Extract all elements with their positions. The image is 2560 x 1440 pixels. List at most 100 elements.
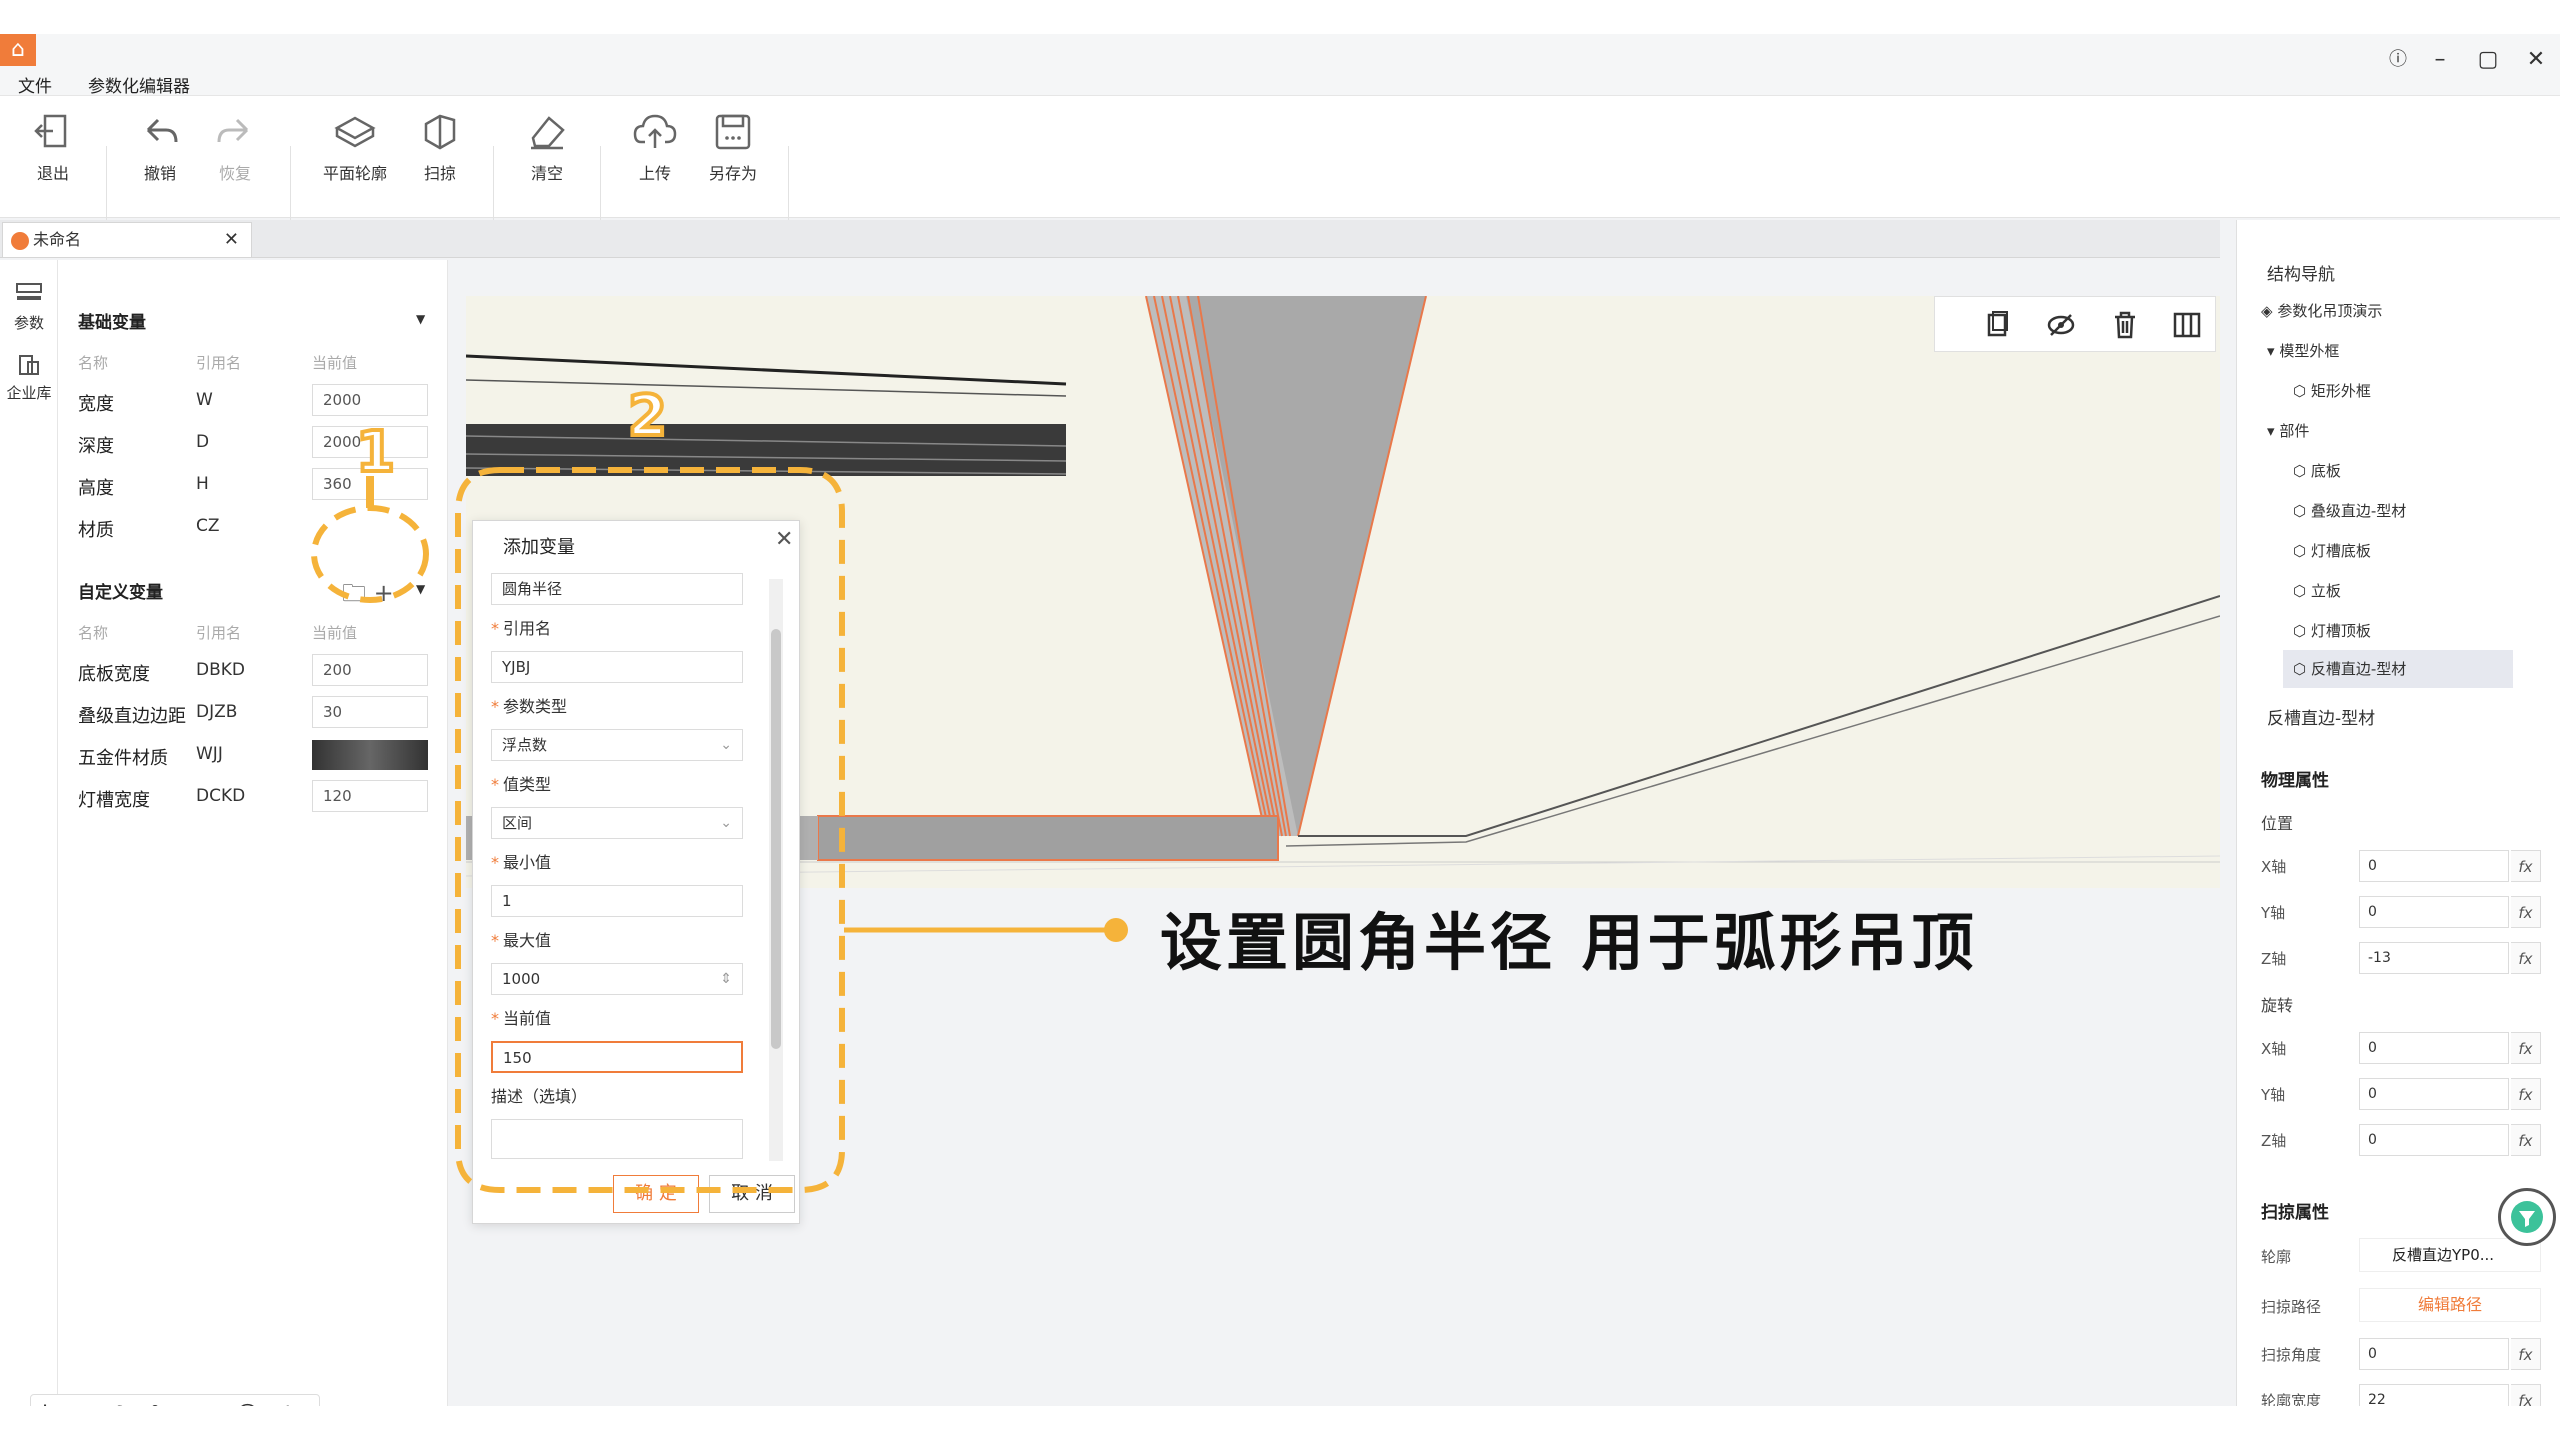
rotation-label: 旋转 [2261, 996, 2294, 1015]
exit-icon [34, 114, 67, 148]
close-window-button[interactable]: ✕ [2516, 40, 2556, 80]
punctuation-toggle[interactable]: °, [149, 1401, 169, 1406]
ref-name-input[interactable]: YJBJ [491, 651, 743, 683]
sweep-label: 扫掠 [423, 164, 456, 183]
fx-button[interactable]: fx [2511, 1384, 2541, 1406]
copy-icon[interactable] [1981, 309, 2013, 341]
scrollbar-thumb[interactable] [771, 629, 781, 1049]
tree-label: 立板 [2310, 582, 2341, 600]
hide-icon[interactable] [2045, 309, 2077, 341]
settings-icon[interactable]: ⚙ [277, 1401, 299, 1406]
tree-label: 灯槽顶板 [2310, 622, 2371, 640]
description-label: 描述（选填） [491, 1087, 588, 1106]
tree-root[interactable]: ◈ 参数化吊顶演示 [2261, 300, 2382, 321]
description-input[interactable] [491, 1119, 743, 1159]
pos-y-input[interactable]: 0 [2359, 896, 2509, 928]
fx-button[interactable]: fx [2511, 1078, 2541, 1110]
trash-icon[interactable] [2109, 309, 2141, 341]
edit-path-button[interactable]: 编辑路径 [2359, 1288, 2541, 1322]
columns-icon[interactable] [2171, 309, 2203, 341]
library-tab[interactable]: 企业库 [0, 350, 58, 403]
plane-profile-button[interactable]: 平面轮廓 [310, 108, 400, 198]
min-value-input[interactable]: 1 [491, 885, 743, 917]
var-value-input[interactable]: 120 [312, 780, 428, 812]
tree-part[interactable]: ⬡ 灯槽顶板 [2293, 620, 2371, 641]
library-icon [19, 355, 39, 375]
caret-down-icon[interactable]: ▼ [416, 582, 425, 596]
var-ref: DJZB [196, 702, 238, 722]
col-header-value: 当前值 [312, 354, 358, 372]
tree-part-selected[interactable]: ⬡ 反槽直边-型材 [2283, 650, 2513, 688]
material-swatch[interactable] [312, 740, 428, 770]
confirm-button[interactable]: 确 定 [613, 1175, 699, 1213]
maximize-button[interactable]: ▢ [2468, 40, 2508, 80]
tree-parts[interactable]: ▾ 部件 [2267, 420, 2309, 441]
tree-part[interactable]: ⬡ 底板 [2293, 460, 2341, 481]
chevron-down-icon: ⌄ [720, 815, 732, 831]
emoji-icon[interactable]: ☺ [235, 1401, 260, 1406]
sweep-props-title: 扫掠属性 [2261, 1203, 2329, 1223]
rot-y-input[interactable]: 0 [2359, 1078, 2509, 1110]
exit-button[interactable]: 退出 [8, 108, 98, 198]
profile-width-label: 轮廓宽度 [2261, 1392, 2322, 1406]
tree-part[interactable]: ⬡ 叠级直边-型材 [2293, 500, 2406, 521]
param-type-select[interactable]: 浮点数 ⌄ [491, 729, 743, 761]
document-tab[interactable]: 未命名 ✕ [2, 222, 252, 258]
annotation-step-2: 2 [626, 382, 669, 451]
menu-file[interactable]: 文件 [18, 72, 52, 97]
rot-x-input[interactable]: 0 [2359, 1032, 2509, 1064]
var-value-input[interactable]: 30 [312, 696, 428, 728]
cancel-button[interactable]: 取 消 [709, 1175, 795, 1213]
stepper-icon[interactable]: ⇕ [720, 964, 732, 994]
current-value-input[interactable]: 150 [491, 1041, 743, 1073]
redo-button[interactable]: 恢复 [190, 108, 280, 198]
pos-z-input[interactable]: -13 [2359, 942, 2509, 974]
rot-z-input[interactable]: 0 [2359, 1124, 2509, 1156]
clear-button[interactable]: 清空 [502, 108, 592, 198]
params-tab[interactable]: 参数 [0, 280, 58, 333]
var-name: 灯槽宽度 [78, 790, 150, 811]
selected-part-name: 反槽直边-型材 [2267, 709, 2376, 729]
tree-part[interactable]: ⬡ 立板 [2293, 580, 2341, 601]
sweep-button[interactable]: 扫掠 [395, 108, 485, 198]
minimize-button[interactable]: – [2420, 40, 2460, 80]
tree-rect-frame[interactable]: ⬡ 矩形外框 [2293, 380, 2371, 401]
sweep-angle-input[interactable]: 0 [2359, 1338, 2509, 1370]
close-icon[interactable]: ✕ [224, 223, 239, 257]
pos-x-input[interactable]: 0 [2359, 850, 2509, 882]
axis-label: X轴 [2261, 858, 2287, 876]
floating-action-button[interactable] [2498, 1188, 2556, 1246]
caret-down-icon[interactable]: ▼ [416, 312, 425, 326]
var-value-input[interactable]: 2000 [312, 384, 428, 416]
fx-button[interactable]: fx [2511, 896, 2541, 928]
tree-part[interactable]: ⬡ 灯槽底板 [2293, 540, 2371, 561]
cube-icon: ⬡ [2293, 502, 2311, 520]
fx-button[interactable]: fx [2511, 1338, 2541, 1370]
close-icon[interactable]: ✕ [775, 527, 793, 552]
toolbar: 退出 撤销 恢复 平面轮廓 扫掠 清空 上传 另存为 [0, 96, 2560, 236]
fx-button[interactable]: fx [2511, 1032, 2541, 1064]
fx-button[interactable]: fx [2511, 1124, 2541, 1156]
fx-button[interactable]: fx [2511, 942, 2541, 974]
add-icon[interactable]: + [374, 579, 394, 607]
profile-width-input[interactable]: 22 [2359, 1384, 2509, 1406]
help-icon[interactable]: ⓘ [2378, 40, 2418, 80]
tree-root-label: 参数化吊顶演示 [2277, 302, 2383, 320]
moon-icon[interactable]: ☽ [109, 1401, 131, 1406]
exit-label: 退出 [36, 164, 69, 183]
fx-button[interactable]: fx [2511, 850, 2541, 882]
var-value-input[interactable]: 200 [312, 654, 428, 686]
simplified-toggle[interactable]: 简 [191, 1401, 215, 1406]
folder-icon[interactable]: 🗀 [342, 579, 366, 607]
var-name-input[interactable]: 圆角半径 [491, 573, 743, 605]
ime-language-toggle[interactable]: 中 [67, 1401, 91, 1406]
dialog-scrollbar[interactable] [769, 579, 783, 1161]
side-strip: 参数 企业库 [0, 260, 58, 1406]
value-type-select[interactable]: 区间 ⌄ [491, 807, 743, 839]
ime-toolbar: | 中 ☽ °, 简 ☺ ⚙ [30, 1394, 320, 1406]
max-value-input[interactable]: 1000 ⇕ [491, 963, 743, 995]
var-name: 底板宽度 [78, 664, 150, 685]
tree-model-frame[interactable]: ▾ 模型外框 [2267, 340, 2339, 361]
upload-button[interactable]: 上传 [610, 108, 700, 198]
save-as-button[interactable]: 另存为 [688, 108, 778, 198]
